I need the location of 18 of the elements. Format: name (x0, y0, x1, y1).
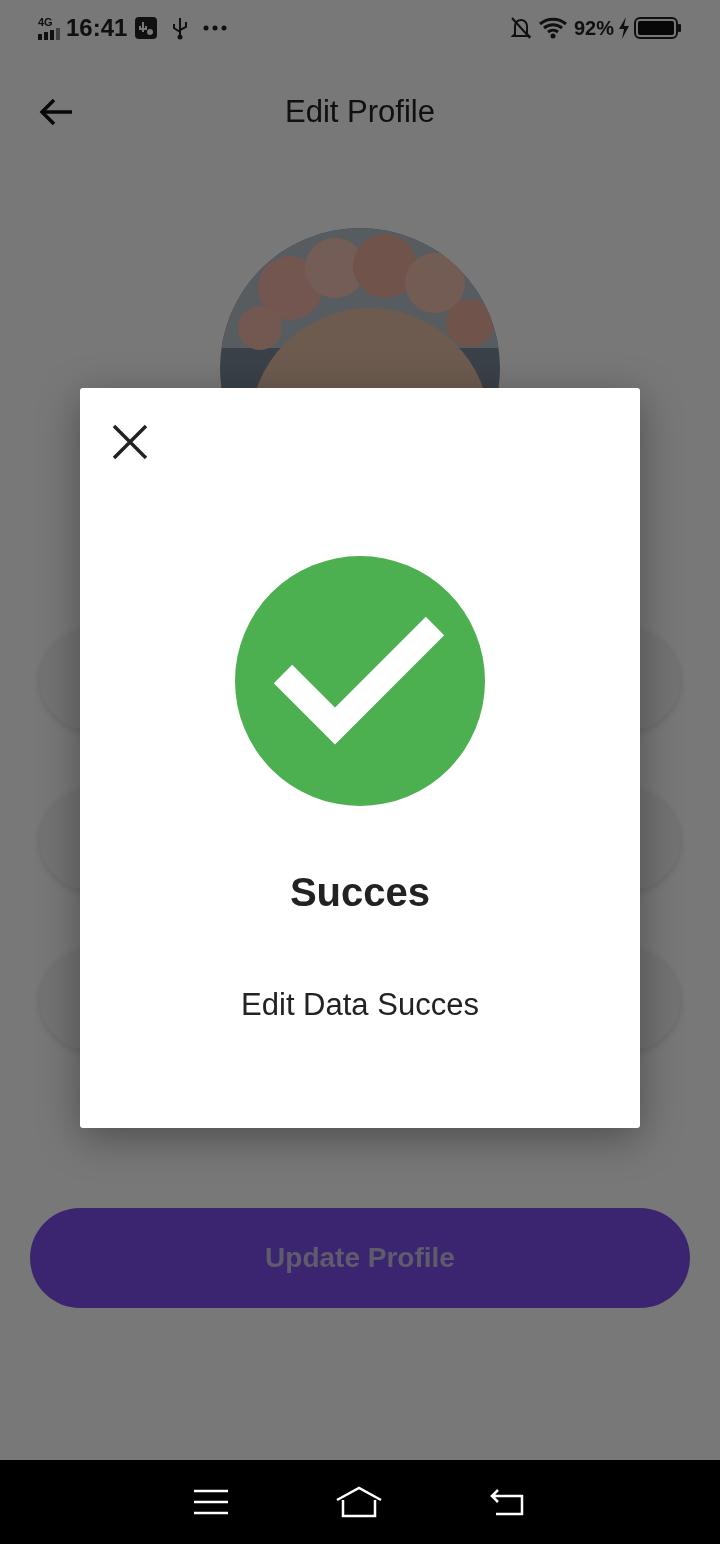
usb-settings-icon (135, 17, 158, 39)
battery-icon (634, 17, 682, 39)
check-circle-icon (235, 556, 485, 806)
screen-title: Edit Profile (285, 92, 435, 131)
battery-percent: 92% (573, 16, 614, 41)
menu-icon[interactable] (193, 1489, 228, 1515)
home-icon[interactable] (335, 1486, 383, 1518)
signal-icon (38, 27, 62, 40)
usb-icon (171, 16, 190, 40)
back-arrow-icon[interactable] (38, 97, 74, 127)
bell-off-icon (509, 16, 532, 40)
clock: 16:41 (66, 13, 128, 43)
network-type: 4G (38, 16, 53, 28)
close-icon[interactable] (112, 424, 148, 460)
dialog-title: Succes (289, 869, 431, 916)
dialog-message: Edit Data Succes (241, 986, 479, 1024)
more-icon (203, 25, 228, 31)
charging-icon (618, 17, 630, 39)
